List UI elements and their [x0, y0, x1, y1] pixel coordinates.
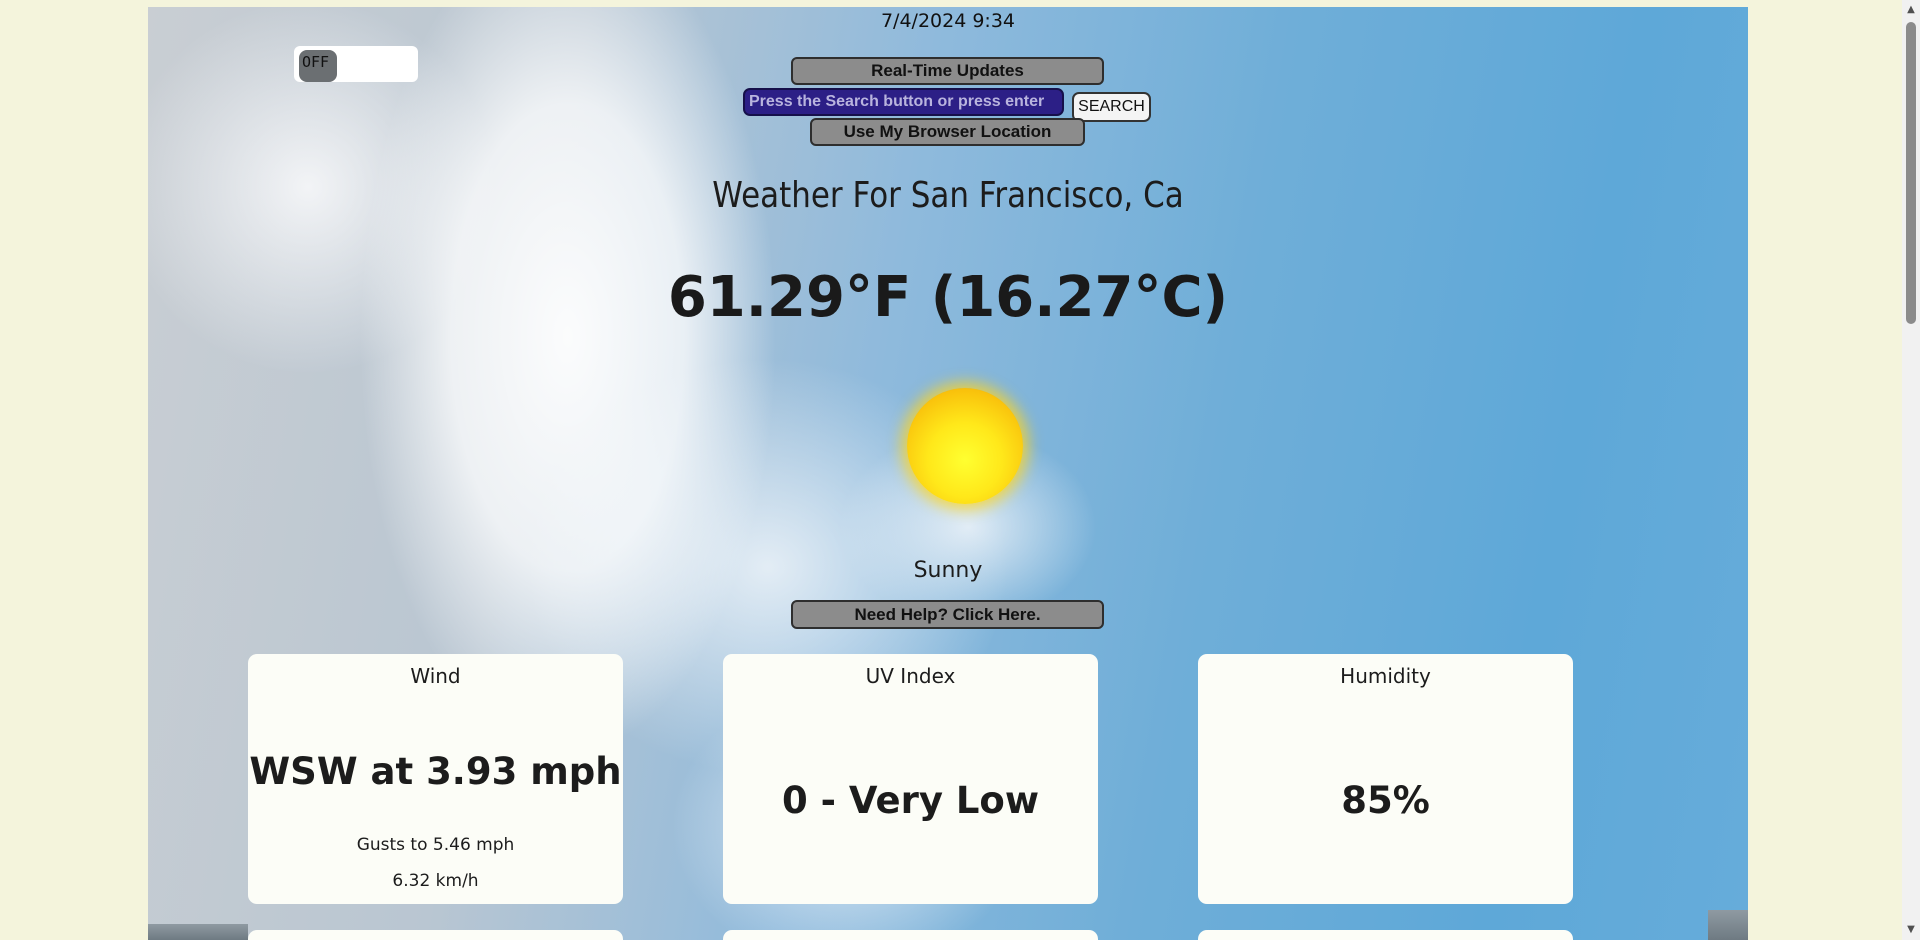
mountain-silhouette [1708, 910, 1748, 940]
wind-card: Wind WSW at 3.93 mph Gusts to 5.46 mph 6… [248, 654, 623, 904]
card-title: UV Index [865, 664, 956, 688]
scrollbar-thumb[interactable] [1906, 22, 1916, 324]
humidity-card: Humidity 85% [1198, 654, 1573, 904]
weather-app-frame: 7/4/2024 9:34 OFF Real-Time Updates SEAR… [148, 7, 1748, 940]
uv-index-card: UV Index 0 - Very Low [723, 654, 1098, 904]
weather-condition: Sunny [913, 558, 983, 583]
temperature-readout: 61.29°F (16.27°C) [667, 265, 1229, 330]
browser-location-button[interactable]: Use My Browser Location [810, 118, 1085, 146]
mountain-silhouette [148, 924, 248, 940]
vertical-scrollbar[interactable]: ▲ ▼ [1902, 0, 1920, 940]
card-title: Wind [410, 664, 461, 688]
city-heading: Weather For San Francisco, Ca [712, 175, 1184, 216]
card-title: Humidity [1340, 664, 1431, 688]
next-card-edge [1198, 930, 1573, 940]
search-button[interactable]: SEARCH [1072, 92, 1151, 122]
realtime-toggle[interactable]: OFF [294, 46, 418, 82]
realtime-updates-button[interactable]: Real-Time Updates [791, 57, 1104, 85]
humidity-value: 85% [1341, 779, 1430, 822]
wind-gusts: Gusts to 5.46 mph [356, 835, 515, 855]
scroll-down-arrow-icon[interactable]: ▼ [1902, 922, 1920, 938]
scroll-up-arrow-icon[interactable]: ▲ [1902, 2, 1920, 18]
sun-icon [907, 388, 1023, 504]
next-card-edge [723, 930, 1098, 940]
timestamp: 7/4/2024 9:34 [880, 10, 1016, 32]
next-card-edge [248, 930, 623, 940]
wind-value: WSW at 3.93 mph [249, 750, 622, 793]
wind-kmh: 6.32 km/h [392, 871, 479, 891]
uv-index-value: 0 - Very Low [782, 779, 1039, 822]
help-button[interactable]: Need Help? Click Here. [791, 600, 1104, 629]
search-input[interactable] [743, 88, 1064, 116]
toggle-knob: OFF [299, 50, 337, 82]
